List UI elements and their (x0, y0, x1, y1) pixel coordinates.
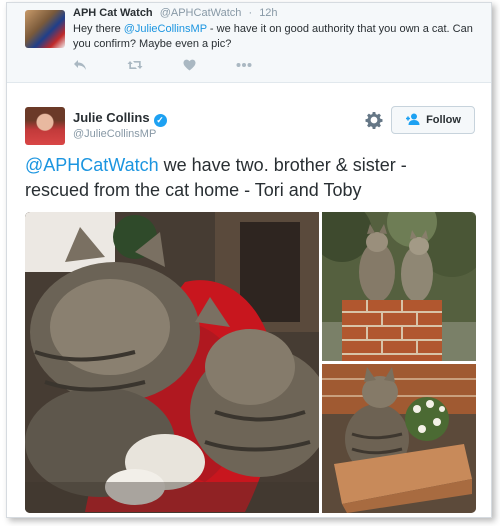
photo-cats-sleeping[interactable] (25, 212, 319, 513)
tweet-text: @APHCatWatch we have two. brother & sist… (25, 153, 475, 203)
follow-button[interactable]: Follow (391, 106, 475, 134)
retweet-icon[interactable] (127, 58, 143, 72)
reply-header: APH Cat Watch @APHCatWatch · 12h (73, 7, 278, 19)
aph-cat-watch-avatar[interactable] (25, 10, 65, 48)
verified-badge-icon: ✓ (153, 114, 167, 127)
reply-timestamp[interactable]: 12h (259, 7, 277, 19)
photo-cat-in-planter[interactable] (322, 364, 476, 513)
reply-author-handle[interactable]: @APHCatWatch (160, 7, 242, 19)
tweet-author-name[interactable]: Julie Collins (73, 110, 150, 125)
tweet-author-handle[interactable]: @JulieCollinsMP (73, 128, 156, 140)
follow-label: Follow (426, 114, 461, 126)
like-icon[interactable] (183, 58, 196, 72)
add-user-icon (405, 113, 421, 128)
more-icon[interactable] (236, 58, 252, 72)
reply-author-name[interactable]: APH Cat Watch (73, 7, 153, 19)
reply-mention-link[interactable]: @JulieCollinsMP (124, 23, 207, 35)
reply-actions (73, 58, 292, 72)
reply-text-part: Hey there (73, 23, 124, 35)
reply-icon[interactable] (73, 58, 87, 72)
tweet-card: APH Cat Watch @APHCatWatch · 12h Hey the… (6, 2, 492, 518)
gear-icon[interactable] (365, 111, 383, 129)
tweet-mention-link[interactable]: @APHCatWatch (25, 155, 159, 175)
reply-separator: · (248, 7, 253, 19)
tweet-author[interactable]: Julie Collins ✓ (73, 110, 167, 127)
photo-grid (25, 212, 476, 513)
photo-cats-on-brick-post[interactable] (322, 212, 476, 361)
reply-text: Hey there @JulieCollinsMP - we have it o… (73, 22, 473, 52)
julie-collins-avatar[interactable] (25, 107, 65, 145)
reply-tweet[interactable]: APH Cat Watch @APHCatWatch · 12h Hey the… (7, 3, 491, 83)
